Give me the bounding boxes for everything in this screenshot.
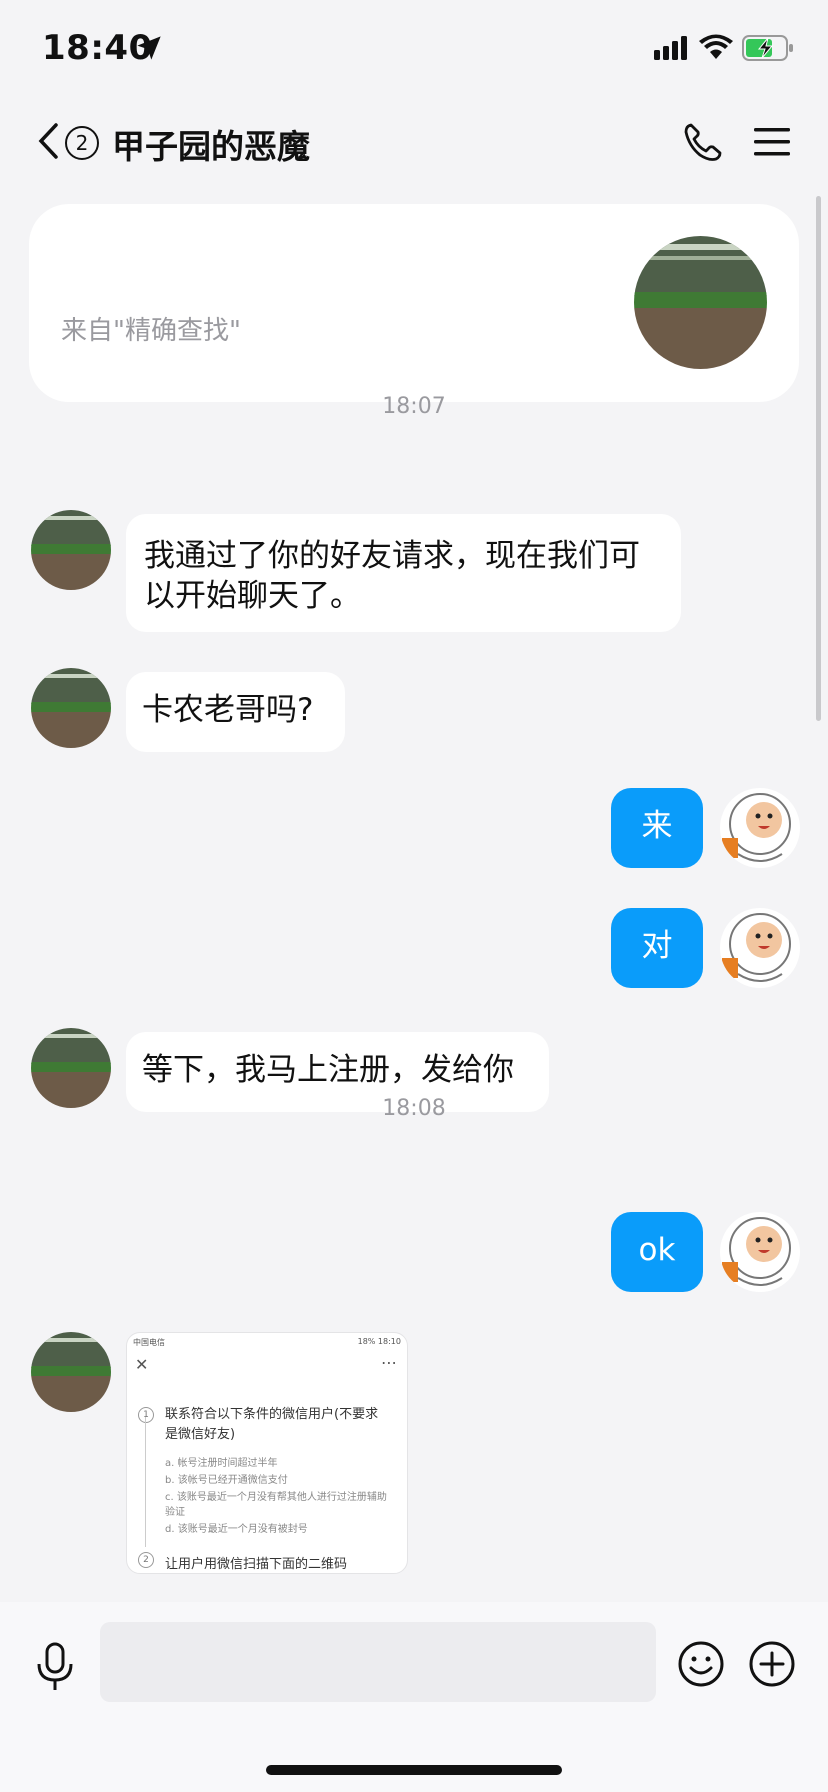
timestamp: 18:07 <box>382 394 446 419</box>
friend-source-text: 来自"精确查找" <box>61 316 241 346</box>
message-input[interactable] <box>100 1622 656 1702</box>
contact-avatar[interactable] <box>31 668 111 748</box>
add-attachment-icon[interactable] <box>748 1640 796 1688</box>
image-status-left: 中国电信 <box>133 1338 165 1347</box>
profile-card[interactable]: 来自"精确查找" <box>29 204 799 402</box>
timestamp: 18:08 <box>382 1096 446 1121</box>
emoji-icon[interactable] <box>677 1640 725 1688</box>
image-step1-text: 联系符合以下条件的微信用户(不要求是微信好友) <box>165 1407 379 1442</box>
my-avatar[interactable] <box>720 1212 800 1292</box>
menu-icon[interactable] <box>752 124 792 160</box>
my-avatar[interactable] <box>720 788 800 868</box>
image-close-icon: ✕ <box>135 1355 149 1374</box>
microphone-icon[interactable] <box>34 1642 76 1692</box>
step-one-marker: 1 <box>138 1407 154 1423</box>
back-chevron-icon[interactable] <box>36 122 60 160</box>
my-avatar[interactable] <box>720 908 800 988</box>
my-message-bubble[interactable]: ok <box>611 1212 703 1292</box>
scrollbar[interactable] <box>816 196 821 721</box>
step-connector <box>145 1417 146 1547</box>
image-condition: c. 该账号最近一个月没有帮其他人进行过注册辅助验证 <box>165 1492 387 1518</box>
message-bubble[interactable]: 卡农老哥吗? <box>126 672 345 752</box>
image-step2-text: 让用户用微信扫描下面的二维码 <box>165 1557 348 1572</box>
battery-icon <box>742 35 793 61</box>
chat-title: 甲子园的恶魔 <box>112 127 310 166</box>
contact-avatar[interactable] <box>31 510 111 590</box>
contact-avatar[interactable] <box>31 1332 111 1412</box>
image-status-right: 18% 18:10 <box>357 1337 401 1346</box>
my-message-bubble[interactable]: 来 <box>611 788 703 868</box>
my-message-bubble[interactable]: 对 <box>611 908 703 988</box>
message-list[interactable]: 来自"精确查找" 18:07 我通过了你的好友请求，现在我们可以开始聊天了。 卡… <box>0 184 828 1602</box>
image-condition: b. 该帐号已经开通微信支付 <box>165 1475 288 1486</box>
location-arrow-icon <box>137 36 161 60</box>
image-more-icon: ⋯ <box>381 1353 397 1372</box>
wifi-icon <box>699 34 733 59</box>
image-condition: d. 该账号最近一个月没有被封号 <box>165 1524 308 1535</box>
image-message[interactable]: 中国电信 18% 18:10 ✕ ⋯ 1 联系符合以下条件的微信用户(不要求是微… <box>126 1332 408 1574</box>
step-two-marker: 2 <box>138 1552 154 1568</box>
image-condition: a. 帐号注册时间超过半年 <box>165 1458 278 1469</box>
input-bar <box>0 1602 828 1792</box>
cellular-signal-icon <box>654 36 687 60</box>
phone-icon[interactable] <box>683 122 723 162</box>
home-indicator <box>266 1765 562 1775</box>
unread-count-badge[interactable]: 2 <box>65 126 99 160</box>
message-bubble[interactable]: 我通过了你的好友请求，现在我们可以开始聊天了。 <box>126 514 681 632</box>
chat-header: 2 甲子园的恶魔 <box>0 100 828 184</box>
contact-avatar-large[interactable] <box>634 236 767 369</box>
status-bar: 18:40 <box>0 0 828 100</box>
